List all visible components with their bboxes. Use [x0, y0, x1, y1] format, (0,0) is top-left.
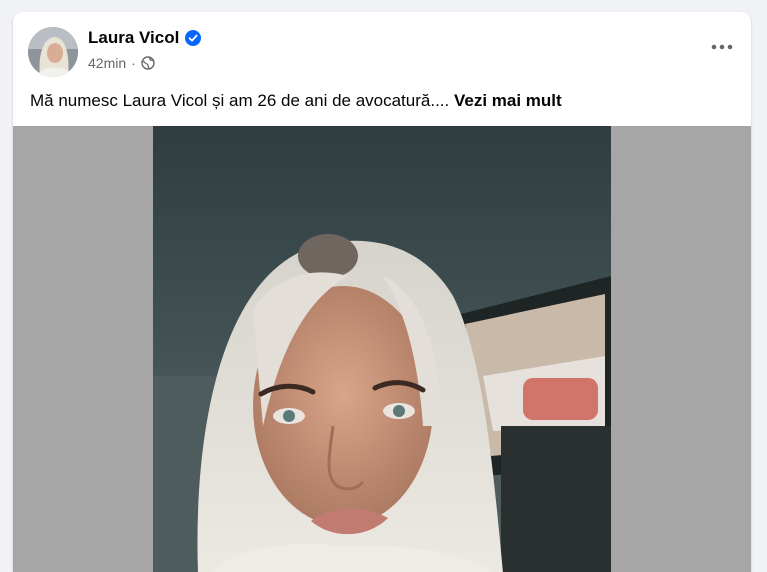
meta-separator: ·: [131, 55, 136, 71]
post-message: Mă numesc Laura Vicol și am 26 de ani de…: [30, 91, 562, 111]
globe-icon[interactable]: [141, 56, 155, 70]
verified-badge-icon: [185, 30, 202, 46]
post-header: Laura Vicol 42min ·: [13, 12, 751, 82]
post-photo[interactable]: [153, 126, 611, 572]
author-name[interactable]: Laura Vicol: [88, 28, 179, 48]
post-media[interactable]: [13, 126, 751, 572]
selfie-photo: [153, 126, 611, 572]
post-meta: 42min ·: [88, 55, 155, 71]
author-row: Laura Vicol: [88, 28, 202, 48]
avatar-image: [28, 27, 78, 77]
see-more-link[interactable]: Vezi mai mult: [454, 91, 562, 110]
more-options-icon: [711, 44, 733, 50]
post-message-text: Mă numesc Laura Vicol și am 26 de ani de…: [30, 91, 454, 110]
more-options-button[interactable]: [707, 32, 737, 62]
post-timestamp[interactable]: 42min: [88, 55, 126, 71]
author-avatar[interactable]: [28, 27, 78, 77]
post-card: Laura Vicol 42min · Mă numesc Laura Vico…: [13, 12, 751, 572]
